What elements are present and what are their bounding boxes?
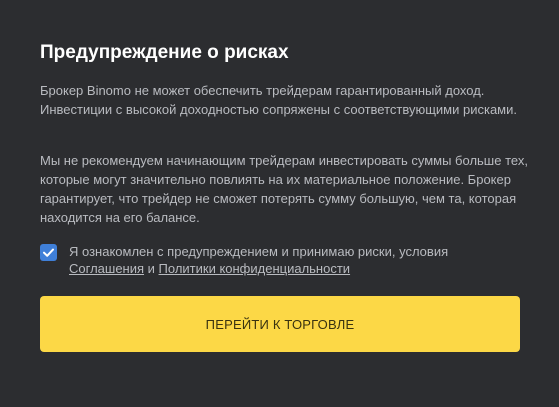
go-to-trading-button[interactable]: ПЕРЕЙТИ К ТОРГОВЛЕ xyxy=(40,296,520,352)
agreement-text: Я ознакомлен с предупреждением и принима… xyxy=(69,243,519,277)
terms-link[interactable]: Соглашения xyxy=(69,261,144,276)
risk-warning-modal: Предупреждение о рисках Брокер Binomo не… xyxy=(0,0,559,407)
agreement-checkbox[interactable] xyxy=(40,244,57,261)
privacy-policy-link[interactable]: Политики конфиденциальности xyxy=(159,261,351,276)
risk-paragraph-2: Мы не рекомендуем начинающим трейдерам и… xyxy=(40,153,528,225)
agreement-text-and: и xyxy=(144,261,159,276)
risk-paragraph-1: Брокер Binomo не может обеспечить трейде… xyxy=(40,83,517,117)
agreement-text-before: Я ознакомлен с предупреждением и принима… xyxy=(69,244,449,259)
checkmark-icon xyxy=(43,248,54,257)
modal-title: Предупреждение о рисках xyxy=(40,42,289,63)
